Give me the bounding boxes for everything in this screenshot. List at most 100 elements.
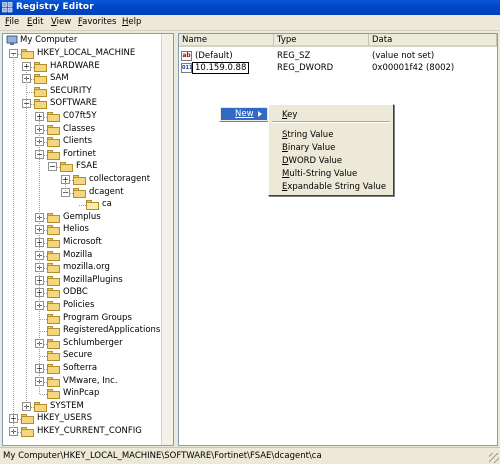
tree-node-label: MozillaPlugins	[63, 274, 123, 285]
menu-label: dit	[32, 17, 44, 27]
value-row[interactable]: 011 10.159.0.88 REG_DWORD 0x00001f42 (8002)	[179, 62, 497, 74]
resize-grip-icon[interactable]	[489, 453, 499, 463]
tree-node-label: Helios	[63, 224, 89, 235]
string-value-icon: ab	[181, 51, 192, 61]
value-name: (Default)	[195, 51, 233, 61]
menu-bar: File Edit View Favorites Help	[0, 15, 500, 31]
tree-node-label: VMware, Inc.	[63, 375, 118, 386]
folder-icon	[47, 124, 60, 135]
folder-icon	[47, 313, 60, 324]
tree-node-label: C07ft5Y	[63, 111, 97, 121]
tree-node-label: SYSTEM	[50, 400, 84, 411]
submenu-item-expandable-string-value[interactable]: Expandable String Value	[282, 182, 386, 192]
folder-icon	[73, 187, 86, 198]
folder-icon	[34, 61, 47, 72]
menu-label: avorites	[82, 17, 117, 27]
folder-icon	[47, 326, 60, 337]
tree-node-label: HKEY_USERS	[37, 413, 93, 424]
value-data: 0x00001f42 (8002)	[372, 63, 455, 73]
title-bar: Registry Editor	[0, 0, 500, 15]
submenu-item-key[interactable]: Key	[282, 110, 297, 120]
tree-node-label: SECURITY	[50, 85, 92, 96]
folder-icon	[34, 74, 47, 85]
value-row[interactable]: ab (Default) REG_SZ (value not set)	[179, 50, 497, 62]
tree-node-label: Schlumberger	[63, 337, 123, 348]
submenu-item-binary-value[interactable]: Binary Value	[282, 143, 335, 153]
tree-node-label: Classes	[63, 123, 96, 134]
status-path: My Computer\HKEY_LOCAL_MACHINE\SOFTWARE\…	[3, 451, 322, 461]
tree-node-label: Softerra	[63, 363, 98, 373]
submenu-item-string-value[interactable]: String Value	[282, 130, 333, 140]
folder-icon	[47, 351, 60, 362]
binary-value-icon: 011	[181, 63, 193, 73]
tree-node-label: ca	[102, 199, 112, 210]
new-submenu: Key String Value Binary Value DWORD Value Mu…	[268, 104, 394, 196]
tree-node[interactable]: − HKEY_LOCAL_MACHINE	[3, 48, 161, 60]
tree-node-label: HARDWARE	[50, 60, 100, 71]
submenu-item-label: WORD Value	[288, 156, 343, 166]
tree-guide-line	[13, 54, 14, 432]
context-menu: New	[219, 106, 269, 122]
tree-node-label: SAM	[50, 73, 69, 84]
tree-node-label: Clients	[63, 136, 93, 147]
values-list[interactable]: Name Type Data ab (Default) REG_SZ (value n…	[178, 33, 498, 446]
tree-node-label: Fortinet	[63, 148, 96, 159]
tree-node-label: WinPcap	[63, 388, 100, 399]
folder-icon	[47, 225, 60, 236]
folder-icon	[21, 49, 34, 59]
submenu-item-label: ey	[287, 110, 298, 120]
folder-open-icon	[86, 200, 99, 211]
submenu-arrow-icon	[258, 111, 262, 117]
computer-icon	[6, 35, 18, 45]
value-type: REG_SZ	[277, 51, 311, 61]
tree-node-label: Microsoft	[63, 237, 102, 247]
column-header-name[interactable]: Name	[179, 34, 274, 47]
folder-icon	[47, 238, 60, 248]
column-header-type[interactable]: Type	[274, 34, 369, 47]
tree-guide-line	[65, 180, 66, 193]
folder-icon	[73, 175, 86, 185]
menu-view[interactable]: View	[51, 17, 71, 27]
menu-help[interactable]: Help	[122, 17, 141, 27]
registry-icon	[2, 2, 13, 13]
tree-node-label: Program Groups	[63, 312, 132, 323]
folder-icon	[60, 162, 73, 173]
submenu-item-multi-string-value[interactable]: Multi-String Value	[282, 169, 357, 179]
folder-icon	[47, 288, 60, 299]
tree-node-label: Secure	[63, 350, 93, 361]
tree-node-label: Policies	[63, 300, 95, 310]
key-tree[interactable]: My Computer − HKEY_LOCAL_MACHINE + HARDWARE…	[2, 33, 174, 446]
submenu-item-label: xpandable String Value	[287, 182, 387, 192]
value-type: REG_DWORD	[277, 63, 334, 73]
menu-edit[interactable]: Edit	[27, 17, 43, 27]
rename-field[interactable]: 10.159.0.88	[192, 62, 250, 74]
tree-node-label: dcagent	[89, 186, 124, 197]
context-menu-new[interactable]: New	[221, 108, 267, 120]
tree-node-label: collectoragent	[89, 174, 151, 184]
collapse-icon[interactable]: −	[48, 162, 57, 172]
tree-scrollbar[interactable]	[161, 34, 173, 445]
window-title: Registry Editor	[16, 2, 94, 12]
column-header-data[interactable]: Data	[369, 34, 497, 47]
folder-icon	[47, 376, 60, 387]
folder-icon	[47, 364, 60, 374]
tree-node[interactable]: + HKEY_CURRENT_CONFIG	[3, 426, 161, 438]
menu-favorites[interactable]: Favorites	[78, 17, 116, 27]
folder-icon	[47, 263, 60, 274]
folder-icon	[34, 401, 47, 412]
submenu-item-label: tring Value	[287, 130, 334, 140]
folder-icon	[47, 137, 60, 148]
menu-file[interactable]: File	[5, 17, 19, 27]
submenu-item-label: ulti-String Value	[289, 169, 358, 179]
folder-icon	[21, 427, 34, 437]
folder-icon	[34, 86, 47, 97]
tree-node[interactable]: + HKEY_USERS	[3, 413, 161, 425]
submenu-item-dword-value[interactable]: DWORD Value	[282, 156, 342, 166]
tree-root-label: My Computer	[20, 35, 78, 45]
context-menu-new-label: New	[235, 109, 254, 119]
folder-icon	[47, 112, 60, 122]
status-bar: My Computer\HKEY_LOCAL_MACHINE\SOFTWARE\…	[0, 447, 500, 464]
tree-node-label: FSAE	[76, 161, 98, 172]
folder-icon	[47, 301, 60, 311]
menu-label: elp	[128, 17, 142, 27]
